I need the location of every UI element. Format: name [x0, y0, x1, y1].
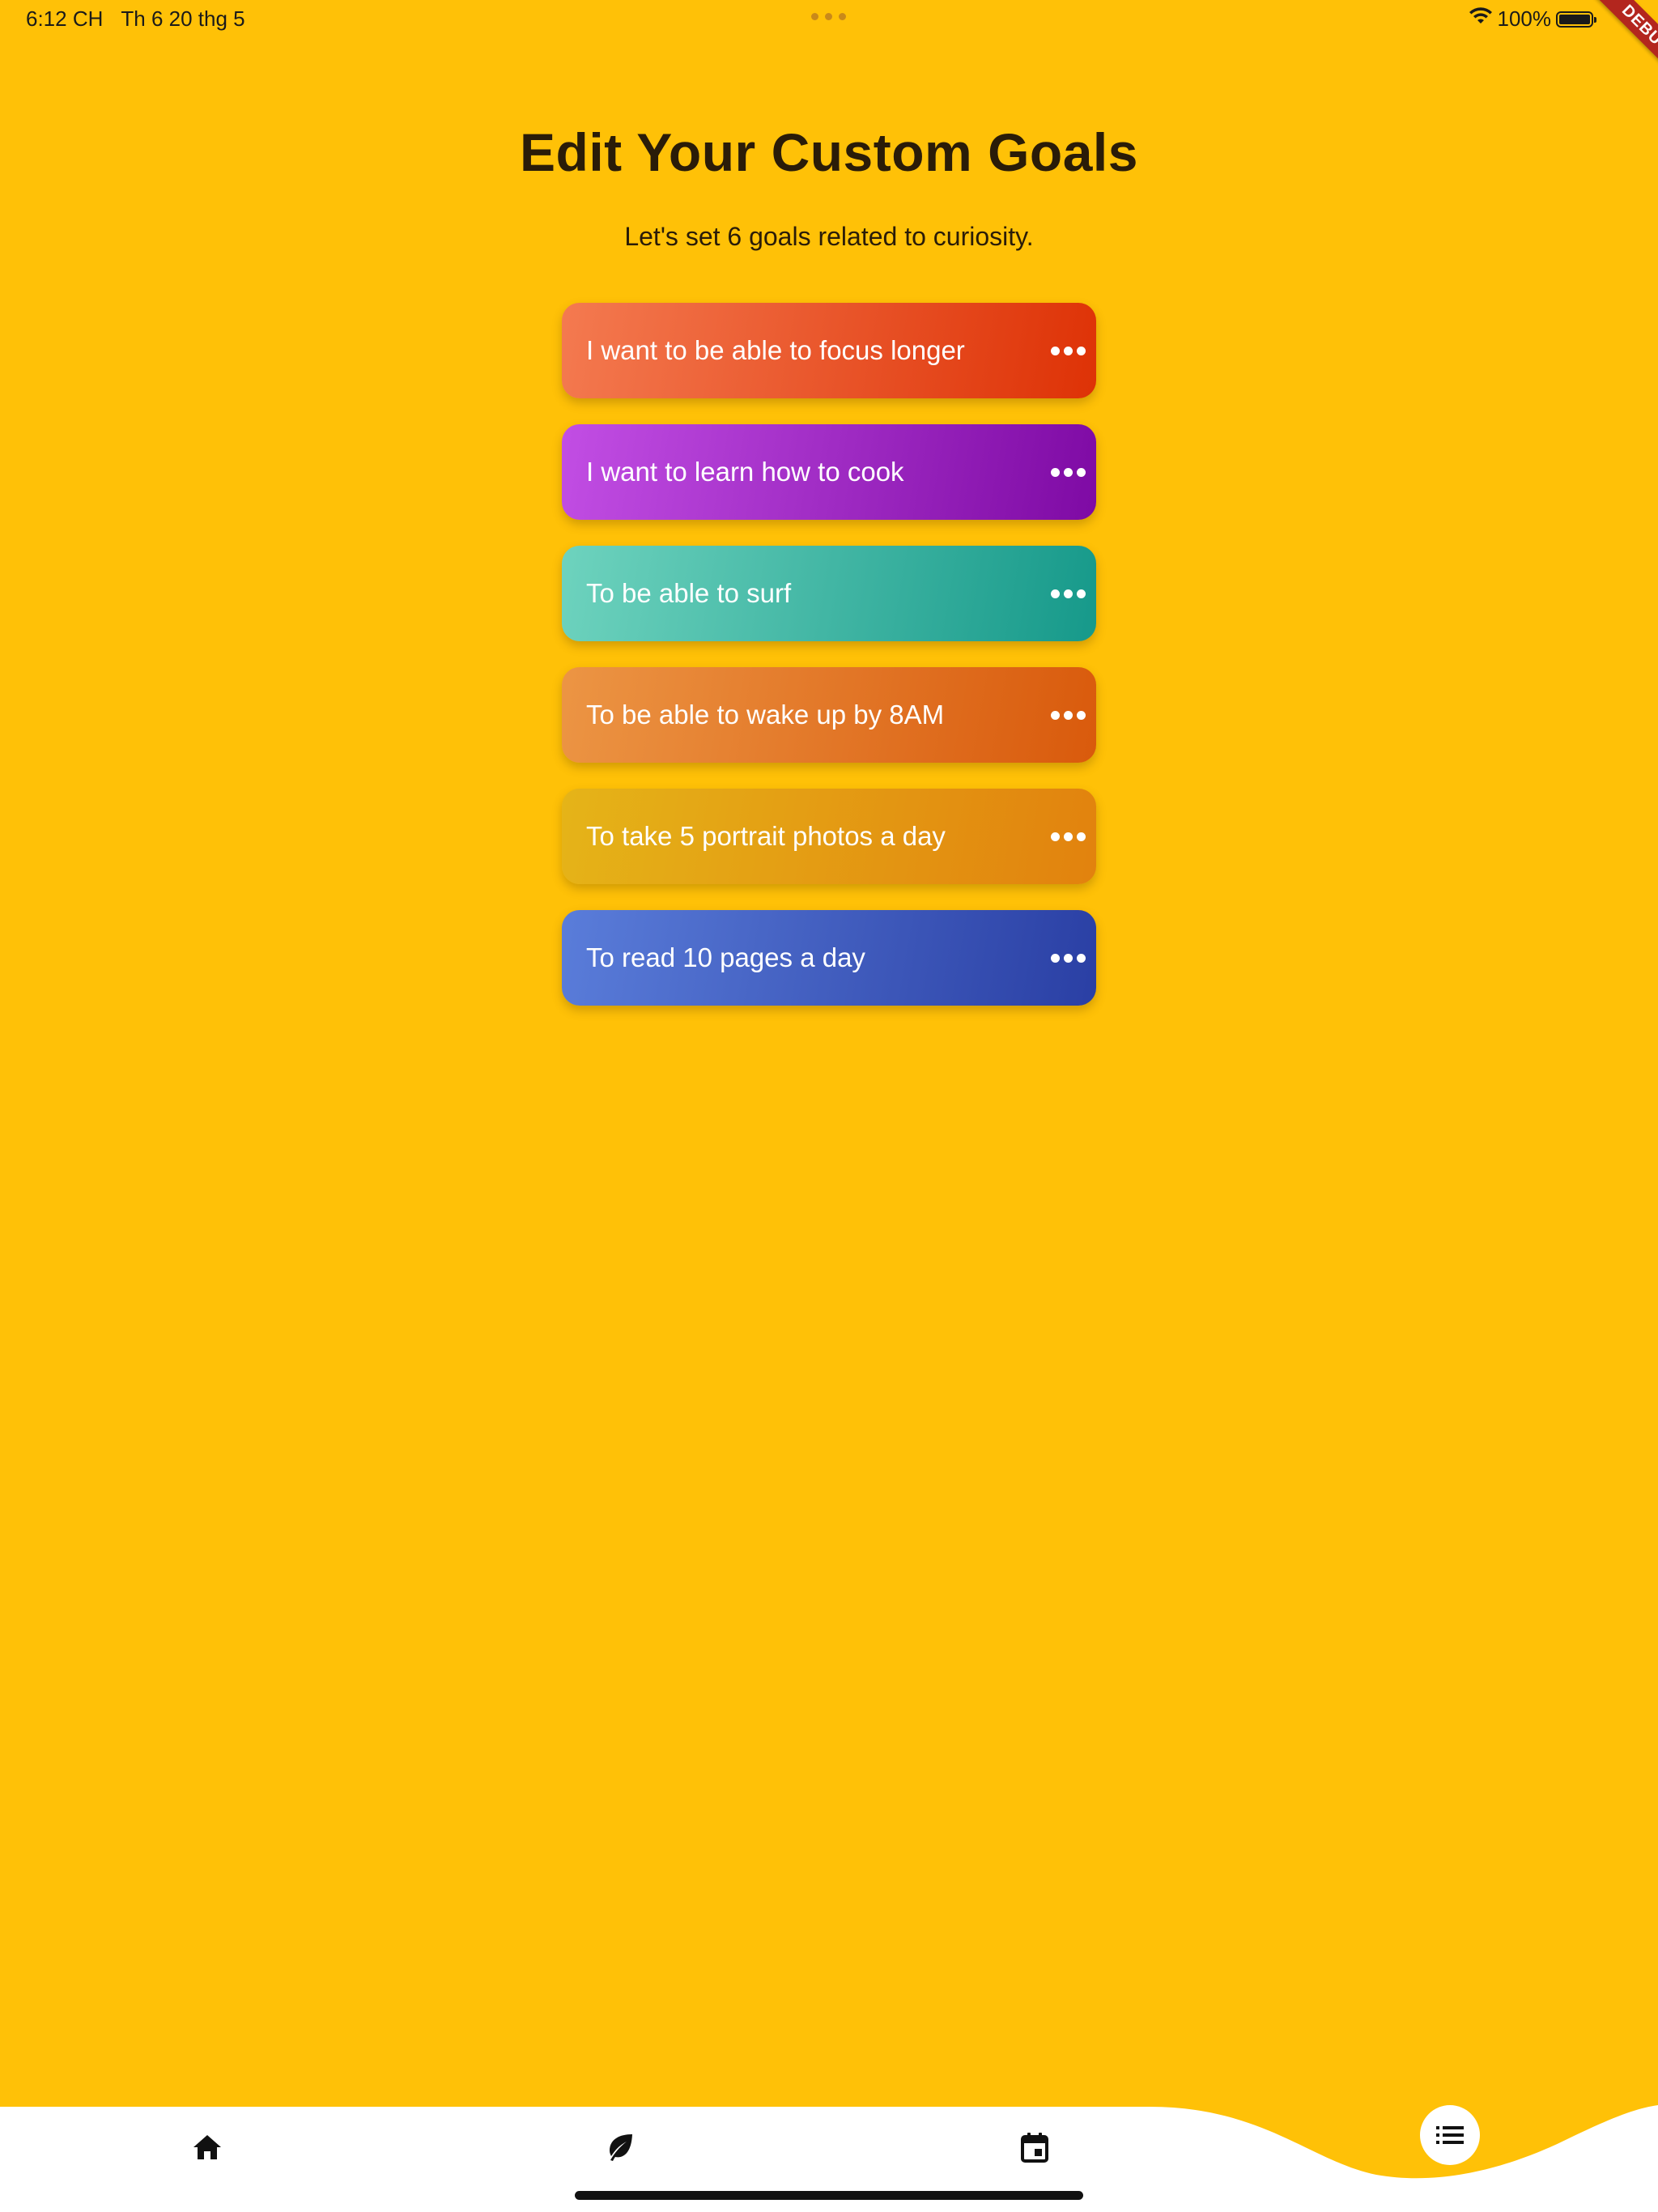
- battery-percent: 100%: [1497, 6, 1552, 31]
- wifi-icon: [1469, 6, 1493, 32]
- goal-label: I want to be able to focus longer: [586, 335, 965, 365]
- goal-card[interactable]: To be able to surf: [562, 546, 1096, 641]
- goal-label: To be able to wake up by 8AM: [586, 700, 945, 730]
- goal-label: To read 10 pages a day: [586, 942, 865, 972]
- goal-label: To take 5 portrait photos a day: [586, 821, 946, 851]
- nav-goals-list[interactable]: [1420, 2105, 1480, 2165]
- nav-leaf[interactable]: [588, 2115, 653, 2180]
- more-horizontal-icon[interactable]: [1046, 573, 1090, 614]
- multitasking-dot: [839, 13, 846, 20]
- more-horizontal-icon[interactable]: [1046, 452, 1090, 492]
- multitasking-dots[interactable]: [811, 13, 846, 20]
- app-screen: 6:12 CH Th 6 20 thg 5 100% DEBUG Edit Yo…: [0, 0, 1658, 2212]
- calendar-icon: [1021, 2133, 1048, 2163]
- list-icon: [1436, 2126, 1464, 2144]
- more-horizontal-icon[interactable]: [1046, 938, 1090, 978]
- page-title: Edit Your Custom Goals: [520, 122, 1138, 182]
- multitasking-dot: [825, 13, 832, 20]
- goal-list: I want to be able to focus longer I want…: [562, 303, 1096, 1032]
- goal-card[interactable]: To be able to wake up by 8AM: [562, 667, 1096, 763]
- goal-card[interactable]: I want to be able to focus longer: [562, 303, 1096, 398]
- multitasking-dot: [811, 13, 818, 20]
- home-icon: [193, 2135, 221, 2159]
- status-date: Th 6 20 thg 5: [121, 6, 245, 31]
- goal-label: To be able to surf: [586, 578, 792, 608]
- page-subtitle: Let's set 6 goals related to curiosity.: [624, 222, 1034, 251]
- goal-card[interactable]: To take 5 portrait photos a day: [562, 789, 1096, 884]
- status-right: 100%: [1469, 6, 1596, 32]
- goal-card[interactable]: To read 10 pages a day: [562, 910, 1096, 1006]
- more-horizontal-icon[interactable]: [1046, 695, 1090, 735]
- status-left: 6:12 CH Th 6 20 thg 5: [26, 6, 245, 32]
- goal-card[interactable]: I want to learn how to cook: [562, 424, 1096, 520]
- status-bar: 6:12 CH Th 6 20 thg 5 100%: [0, 0, 1658, 39]
- nav-home[interactable]: [175, 2115, 240, 2180]
- more-horizontal-icon[interactable]: [1046, 816, 1090, 857]
- status-time: 6:12 CH: [26, 6, 104, 31]
- home-indicator[interactable]: [575, 2191, 1083, 2200]
- goal-label: I want to learn how to cook: [586, 457, 904, 487]
- more-horizontal-icon[interactable]: [1046, 330, 1090, 371]
- leaf-icon: [610, 2134, 632, 2161]
- nav-calendar[interactable]: [1002, 2115, 1067, 2180]
- battery-icon: [1556, 11, 1596, 28]
